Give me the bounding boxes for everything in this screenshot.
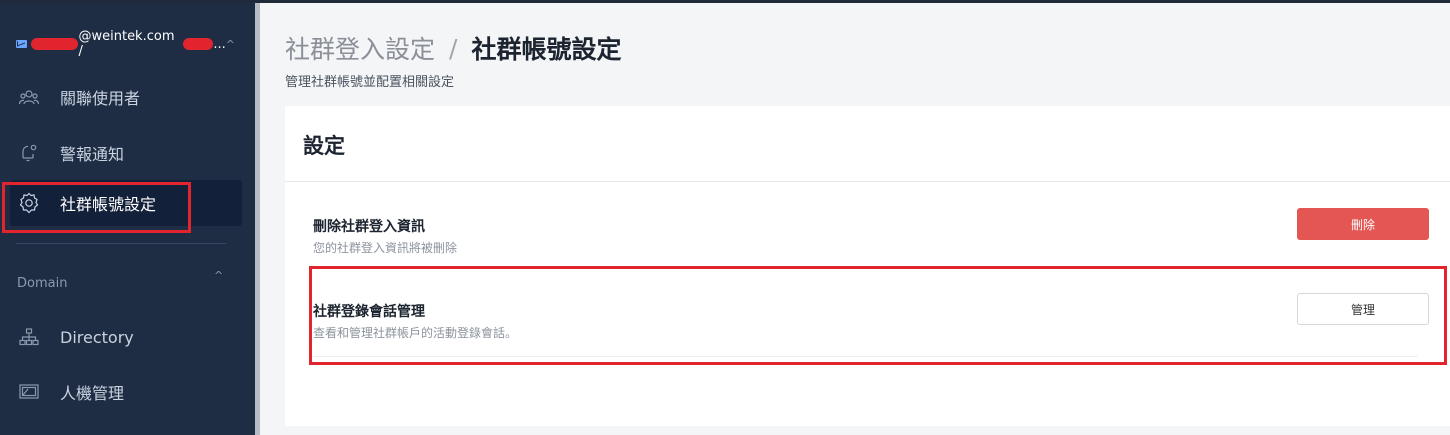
highlight-box-sidebar [2,182,191,233]
highlight-box-session-row [309,266,1447,365]
sidebar-item-alarm-notifications[interactable]: 警報通知 [10,130,242,176]
sidebar-item-label: 人機管理 [60,384,125,403]
card-title: 設定 [303,134,345,158]
sidebar-section-domain: Domain [17,276,68,291]
monitor-icon [18,381,40,403]
sidebar-item-hmi-management[interactable]: 人機管理 [10,369,242,415]
breadcrumb-parent[interactable]: 社群登入設定 [285,30,435,66]
page-subtitle: 管理社群帳號並配置相關設定 [285,75,455,90]
redaction-mark [182,38,214,50]
sidebar-divider [16,243,226,244]
sidebar-item-label: Directory [60,327,134,347]
account-ellipsis: ... [213,36,226,52]
breadcrumb: 社群登入設定 / 社群帳號設定 [285,30,621,66]
sidebar-item-directory[interactable]: Directory [10,314,242,360]
delete-row-title: 刪除社群登入資訊 [313,219,425,235]
page-title: 社群帳號設定 [471,35,622,64]
breadcrumb-separator: / [449,33,458,63]
redaction-mark [30,38,79,50]
chevron-up-icon[interactable]: ^ [214,269,223,282]
sidebar-item-label: 警報通知 [60,145,125,164]
delete-button[interactable]: 刪除 [1297,208,1429,240]
sidebar-scrollbar[interactable] [255,3,260,435]
bell-icon [18,142,40,164]
sidebar-item-label: 關聯使用者 [60,89,141,108]
sidebar-item-linked-users[interactable]: 關聯使用者 [10,74,242,120]
card-divider [285,181,1450,182]
users-icon [18,86,40,108]
account-switcher[interactable]: @weintek.com / ... ^ [16,29,241,59]
delete-row-description: 您的社群登入資訊將被刪除 [313,241,458,255]
sitemap-icon [18,326,40,348]
chevron-up-icon[interactable]: ^ [226,38,235,51]
account-email: @weintek.com / [78,29,175,59]
mail-icon [16,40,27,48]
